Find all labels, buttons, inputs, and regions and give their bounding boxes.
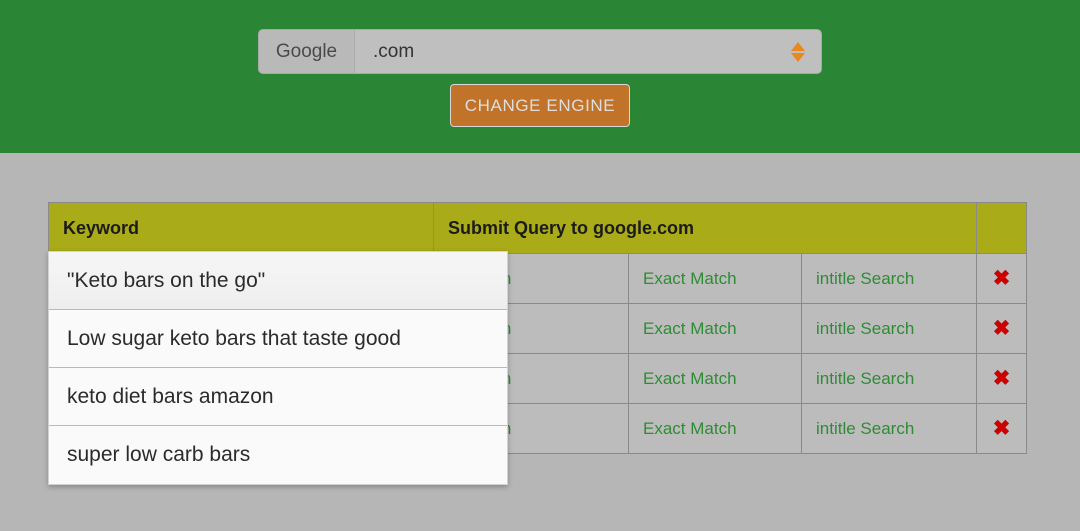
triangle-up-icon[interactable] <box>791 41 805 51</box>
engine-tld-select-value[interactable]: .com <box>355 30 821 73</box>
engine-tld-text: .com <box>373 40 415 62</box>
suggestion-item[interactable]: keto diet bars amazon <box>49 368 507 426</box>
suggestion-item[interactable]: super low carb bars <box>49 426 507 484</box>
column-header-keyword: Keyword <box>48 202 434 254</box>
cell-exact-match[interactable]: Exact Match <box>628 253 802 304</box>
column-header-delete <box>976 202 1027 254</box>
engine-prefix-label: Google <box>259 30 355 73</box>
delete-row-icon[interactable]: ✖ <box>993 318 1011 339</box>
cell-exact-match[interactable]: Exact Match <box>628 353 802 404</box>
table-header-row: Keyword Submit Query to google.com <box>48 202 1027 254</box>
triangle-down-icon[interactable] <box>791 52 805 62</box>
cell-delete[interactable]: ✖ <box>976 353 1027 404</box>
column-header-submit-query: Submit Query to google.com <box>433 202 977 254</box>
cell-intitle-search[interactable]: intitle Search <box>801 253 977 304</box>
cell-delete[interactable]: ✖ <box>976 403 1027 454</box>
delete-row-icon[interactable]: ✖ <box>993 368 1011 389</box>
search-engine-select[interactable]: Google .com <box>258 29 822 74</box>
keyword-suggestion-panel: "Keto bars on the go" Low sugar keto bar… <box>48 251 508 485</box>
suggestion-item[interactable]: "Keto bars on the go" <box>49 252 507 310</box>
delete-row-icon[interactable]: ✖ <box>993 268 1011 289</box>
table-head: Keyword Submit Query to google.com <box>48 202 1027 254</box>
cell-intitle-search[interactable]: intitle Search <box>801 303 977 354</box>
suggestion-item[interactable]: Low sugar keto bars that taste good <box>49 310 507 368</box>
cell-intitle-search[interactable]: intitle Search <box>801 403 977 454</box>
cell-delete[interactable]: ✖ <box>976 253 1027 304</box>
cell-delete[interactable]: ✖ <box>976 303 1027 354</box>
cell-intitle-search[interactable]: intitle Search <box>801 353 977 404</box>
cell-exact-match[interactable]: Exact Match <box>628 403 802 454</box>
change-engine-button[interactable]: CHANGE ENGINE <box>450 84 630 127</box>
delete-row-icon[interactable]: ✖ <box>993 418 1011 439</box>
select-spinner[interactable] <box>791 41 805 62</box>
engine-selection-bar: Google .com CHANGE ENGINE <box>0 0 1080 153</box>
cell-exact-match[interactable]: Exact Match <box>628 303 802 354</box>
